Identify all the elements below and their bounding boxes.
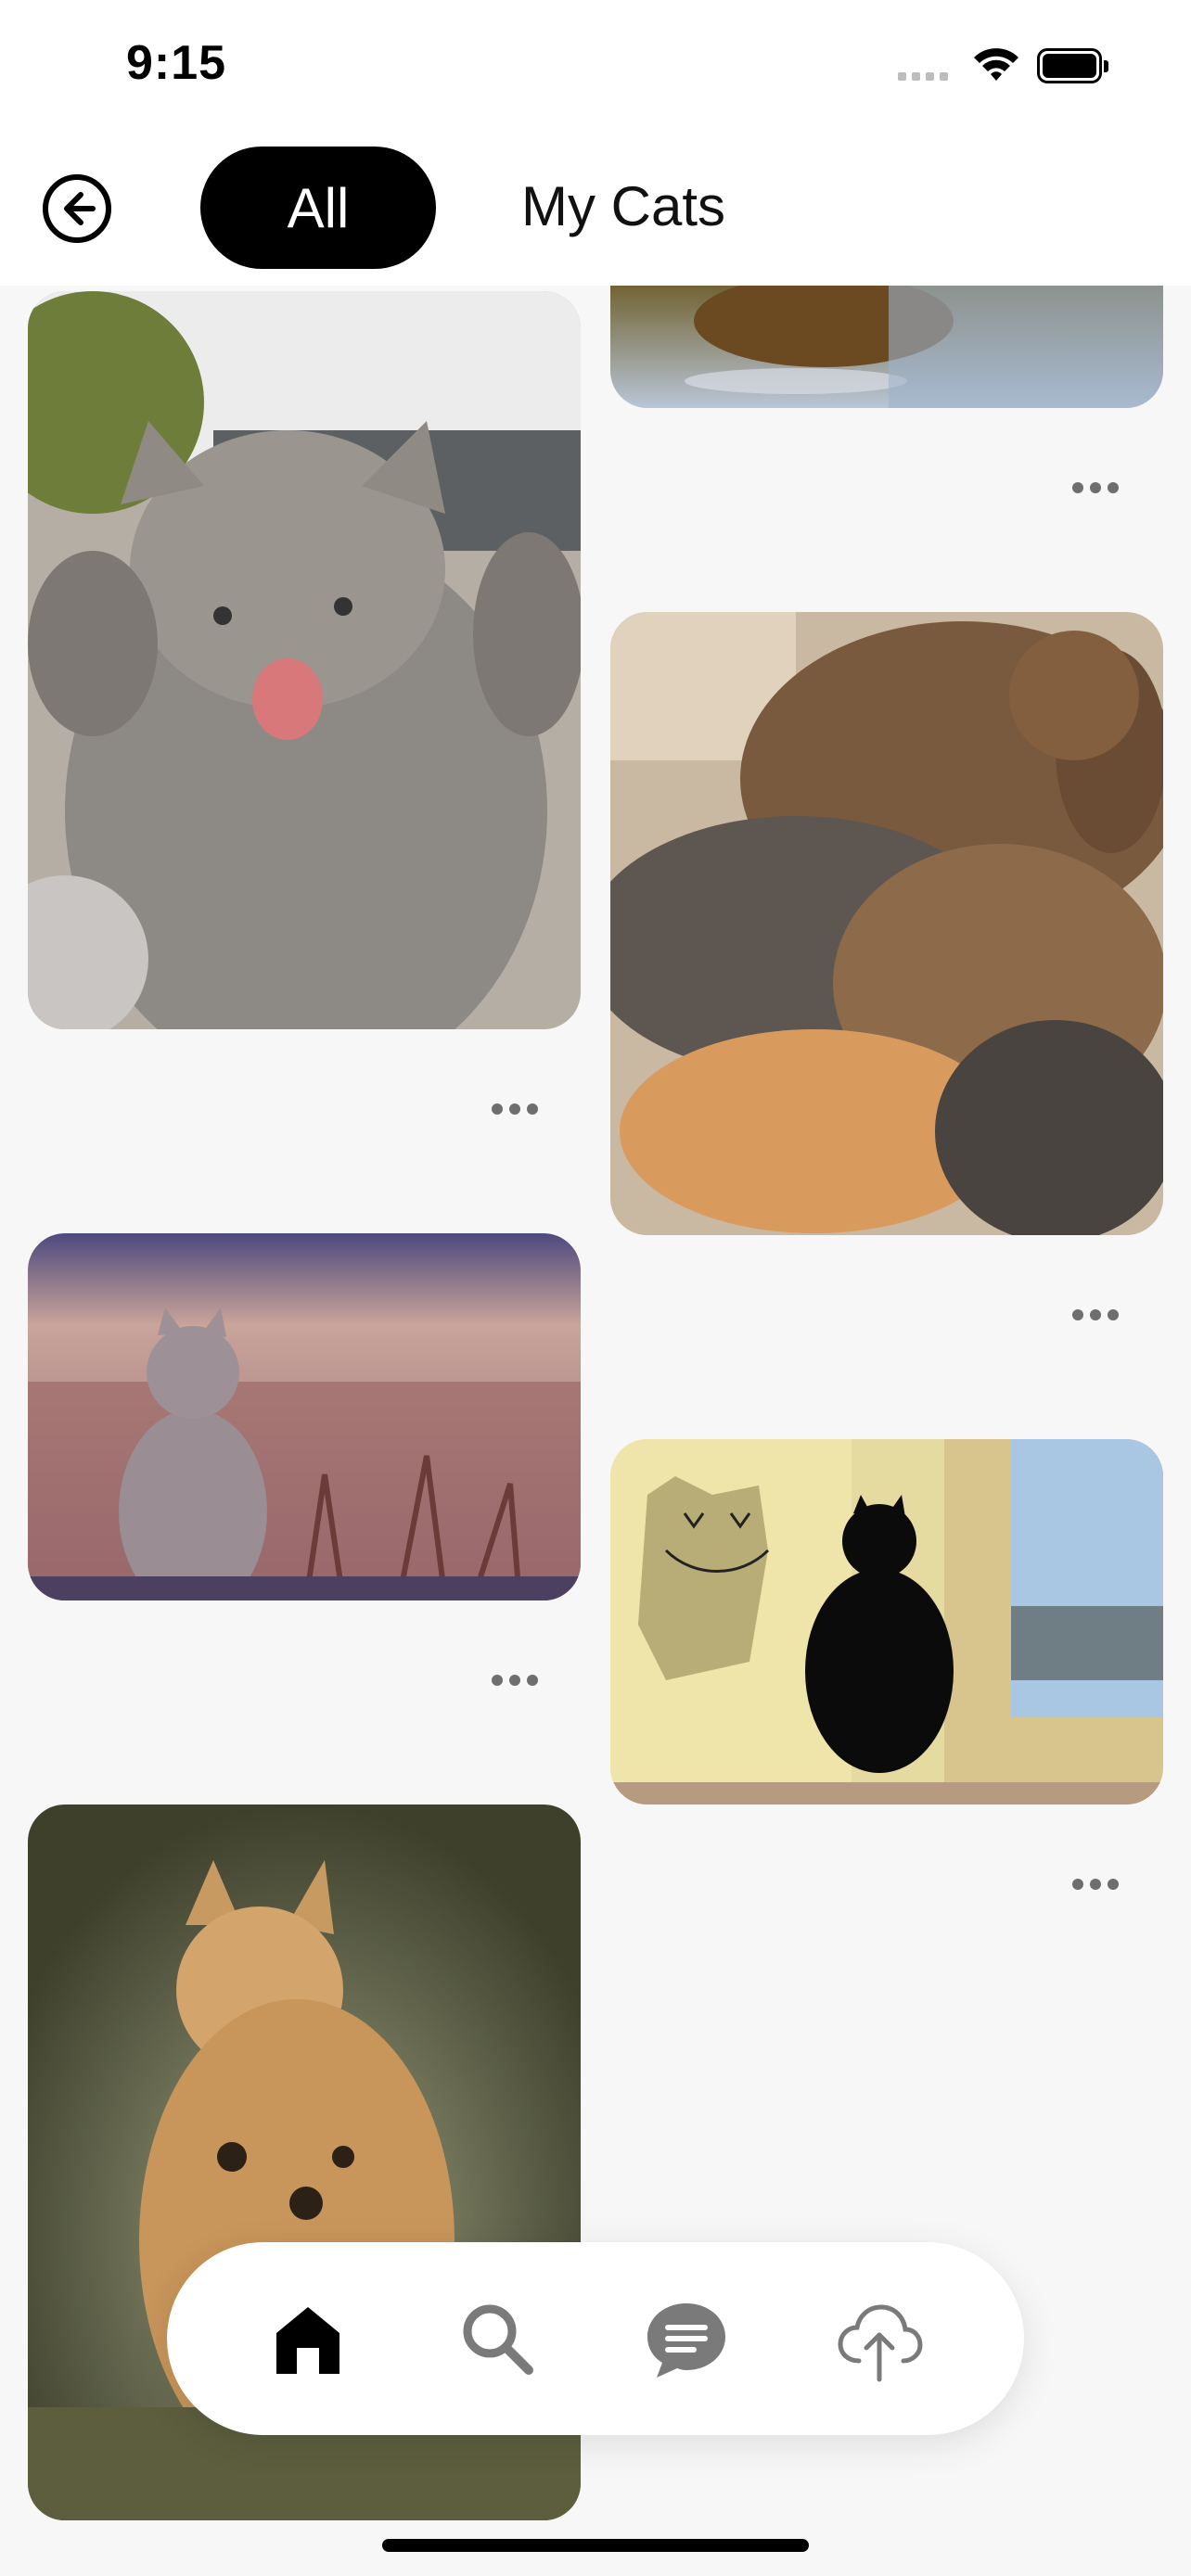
back-button[interactable]: [41, 172, 113, 245]
tab-all[interactable]: All: [200, 147, 436, 269]
wifi-icon: [974, 48, 1018, 81]
more-options-button[interactable]: [1072, 482, 1119, 495]
sleeping-kittens-photo[interactable]: [610, 612, 1163, 1235]
status-time: 9:15: [126, 36, 227, 90]
home-icon[interactable]: [263, 2294, 352, 2383]
bottom-tab-bar: [167, 2242, 1024, 2435]
more-options-button[interactable]: [1072, 1309, 1119, 1322]
chat-bubble-icon[interactable]: [642, 2294, 731, 2383]
more-options-button[interactable]: [492, 1103, 538, 1116]
status-bar: 9:15: [0, 0, 1191, 139]
top-navigation: All My Cats: [0, 139, 1191, 286]
more-options-button[interactable]: [492, 1675, 538, 1688]
black-cat-window-photo[interactable]: [610, 1439, 1163, 1804]
search-icon[interactable]: [453, 2294, 542, 2383]
cat-in-field-photo[interactable]: [28, 1233, 581, 1600]
cloud-upload-icon[interactable]: [835, 2294, 924, 2383]
partial-top-cat-photo[interactable]: [610, 274, 1163, 408]
home-indicator: [382, 2539, 809, 2552]
more-options-button[interactable]: [1072, 1879, 1119, 1892]
battery-icon: [1037, 48, 1109, 85]
cellular-signal-icon: [898, 72, 948, 81]
gray-kitten-photo[interactable]: [28, 291, 581, 1029]
tab-my-cats[interactable]: My Cats: [521, 174, 725, 238]
